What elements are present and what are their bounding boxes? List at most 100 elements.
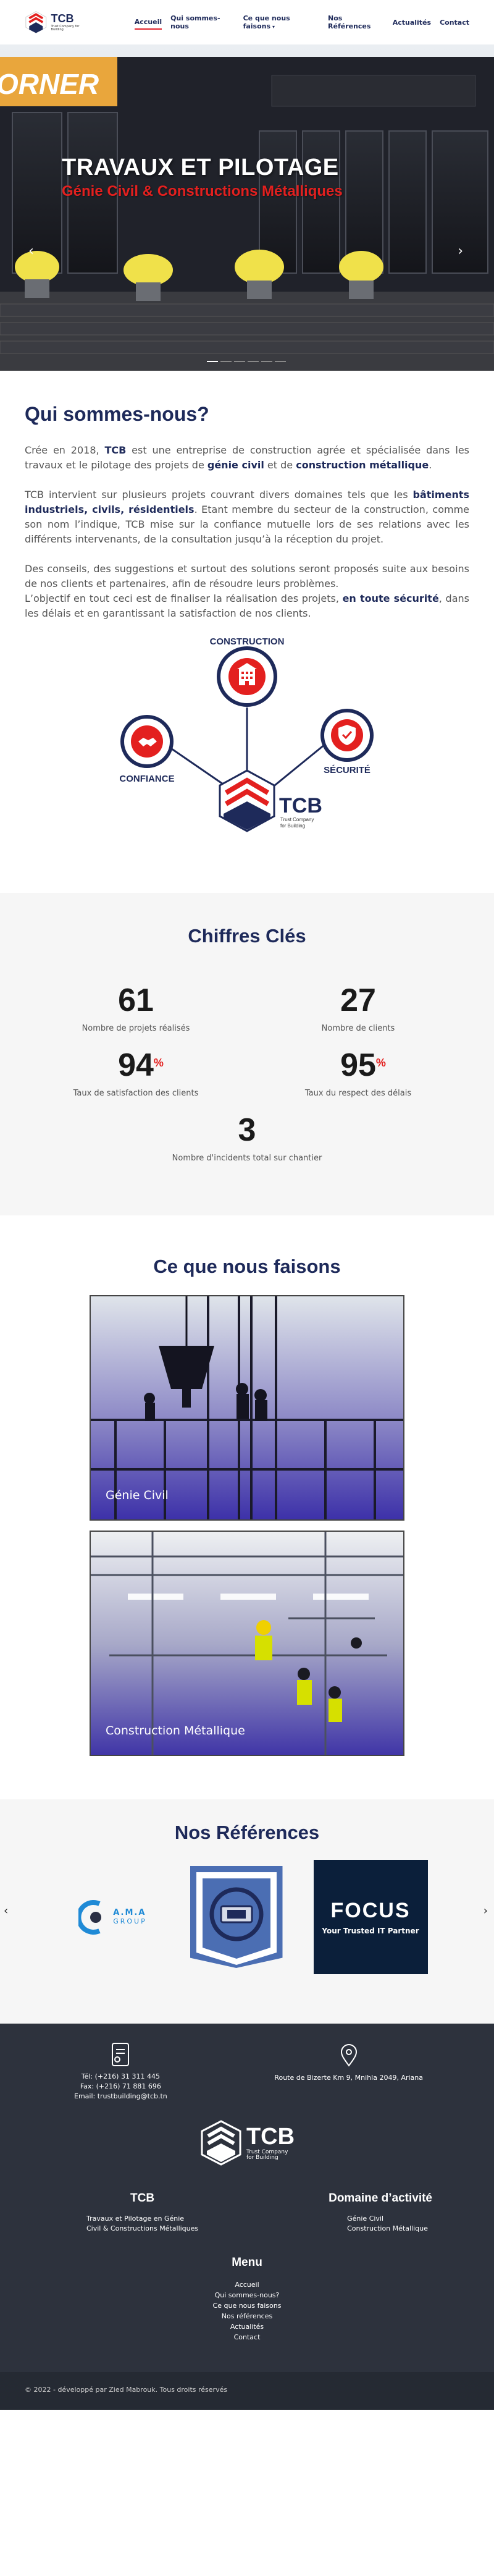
bold-text: en toute sécurité: [342, 593, 439, 604]
location-pin-icon: [340, 2044, 357, 2067]
slider-dot-1[interactable]: [207, 361, 218, 362]
footer-address-info: Route de Bizerte Km 9, Mnihla 2049, Aria…: [274, 2043, 423, 2083]
reference-logo-ama[interactable]: A.M.A GROUP: [67, 1868, 159, 1967]
stat-value: 94: [118, 1047, 154, 1083]
hero-title: TRAVAUX ET PILOTAGE: [62, 154, 339, 180]
footer-email[interactable]: Email: trustbuilding@tcb.tn: [74, 2092, 167, 2101]
values-diagram-graphic: CONSTRUCTION CONFIANCE SÉCURITÉ TCB Trus…: [119, 636, 374, 832]
text: Des conseils, des suggestions et surtout…: [25, 563, 469, 589]
nav-contact[interactable]: Contact: [440, 16, 469, 29]
key-figures-grid: 61 Nombre de projets réalisés 27 Nombre …: [25, 983, 469, 1163]
tcb-logo-icon: [25, 11, 47, 33]
nav-nos-references[interactable]: Nos Références: [328, 12, 384, 33]
reference-logo-emblem[interactable]: emblem: [190, 1866, 283, 1968]
footer-menu-item-actualites[interactable]: Actualités: [25, 2321, 469, 2332]
stat-value: 95: [340, 1047, 376, 1083]
footer-logo[interactable]: TCB Trust Company for Building: [25, 2119, 469, 2167]
focus-name: FOCUS: [330, 1899, 411, 1922]
footer-col-title: TCB: [130, 2192, 155, 2205]
about-paragraph-3: Des conseils, des suggestions et surtout…: [25, 562, 469, 621]
about-section: Qui sommes-nous? Crée en 2018, TCB est u…: [0, 371, 494, 868]
stat-deadlines: 95% Taux du respect des délais: [247, 1048, 469, 1098]
ama-sub: GROUP: [113, 1917, 147, 1925]
slider-dot-2[interactable]: [220, 361, 232, 362]
references-next-arrow-icon[interactable]: ›: [484, 1904, 488, 1917]
slider-dot-3[interactable]: [234, 361, 245, 362]
footer-menu-item-nos-references[interactable]: Nos références: [25, 2311, 469, 2321]
footer-menu-item-qui-sommes-nous[interactable]: Qui sommes-nous?: [25, 2290, 469, 2300]
copyright-text: © 2022 - développé par Zied Mabrouk. Tou…: [25, 2386, 228, 2394]
reference-logo-focus[interactable]: FOCUS Your Trusted IT Partner: [313, 1860, 428, 1974]
footer-col-title: Domaine d’activité: [329, 2192, 432, 2205]
stat-value: 3: [238, 1112, 256, 1148]
stat-suffix: %: [153, 1057, 164, 1069]
bold-text: génie civil: [207, 459, 264, 471]
stat-label: Nombre d'incidents total sur chantier: [172, 1154, 322, 1163]
footer-logo-sub-2: for Building: [246, 2155, 278, 2161]
slider-next-arrow-icon[interactable]: ›: [458, 243, 463, 259]
footer-menu-item-contact[interactable]: Contact: [25, 2332, 469, 2342]
footer-menu-item-ce-que-nous-faisons[interactable]: Ce que nous faisons: [25, 2300, 469, 2311]
diagram-label-confiance: CONFIANCE: [119, 774, 174, 784]
about-title: Qui sommes-nous?: [25, 403, 209, 425]
footer-tel[interactable]: Tél: (+216) 31 311 445: [82, 2072, 160, 2082]
slider-pagination-dots: [207, 361, 286, 362]
footer-col-item[interactable]: Génie Civil: [347, 2214, 432, 2224]
logo-wordmark: TCB Trust Company for Building: [51, 13, 91, 32]
text: TCB intervient sur plusieurs projets cou…: [25, 489, 413, 500]
bold-text: TCB: [104, 444, 127, 456]
stat-clients: 27 Nombre de clients: [247, 983, 469, 1033]
chevron-down-icon: ▾: [272, 24, 275, 30]
service-card-genie-civil[interactable]: Génie Civil: [90, 1295, 404, 1521]
footer-tcb-logo-icon: [201, 2120, 241, 2166]
stat-value: 27: [340, 982, 376, 1018]
phone-document-icon: [112, 2043, 130, 2066]
slider-prev-arrow-icon[interactable]: ‹: [28, 243, 34, 259]
hero-subtitle: Génie Civil & Constructions Métalliques: [62, 183, 343, 200]
nav-qui-sommes-nous[interactable]: Qui sommes-nous: [170, 12, 234, 33]
nav-accueil[interactable]: Accueil: [134, 15, 162, 30]
slider-dot-4[interactable]: [248, 361, 259, 362]
service-label: Construction Métallique: [106, 1724, 245, 1738]
stat-projects: 61 Nombre de projets réalisés: [25, 983, 247, 1033]
footer-fax: Fax: (+216) 71 881 696: [80, 2082, 161, 2090]
slider-dot-5[interactable]: [261, 361, 272, 362]
site-footer: Tél: (+216) 31 311 445 Fax: (+216) 71 88…: [0, 2024, 494, 2372]
about-paragraph-1: Crée en 2018, TCB est une entreprise de …: [25, 443, 469, 473]
references-prev-arrow-icon[interactable]: ‹: [4, 1904, 8, 1917]
key-figures-section: Chiffres Clés 61 Nombre de projets réali…: [0, 893, 494, 1215]
hero-sign-text: ORNER: [0, 68, 99, 100]
stat-value-wrap: 95%: [340, 1047, 386, 1083]
references-title: Nos Références: [174, 1822, 320, 1843]
diagram-label-construction: CONSTRUCTION: [210, 636, 285, 647]
nav-ce-que-nous-faisons-label: Ce que nous faisons: [243, 14, 290, 30]
text: et de: [264, 459, 296, 471]
text: L’objectif en tout ceci est de finaliser…: [25, 593, 343, 604]
footer-address: Route de Bizerte Km 9, Mnihla 2049, Aria…: [274, 2074, 423, 2082]
stat-value-wrap: 94%: [118, 1047, 164, 1083]
footer-col-tcb: TCB Travaux et Pilotage en Génie Civil &…: [86, 2192, 198, 2234]
footer-col-domaine: Domaine d’activité Génie Civil Construct…: [329, 2192, 432, 2234]
bold-text: construction métallique: [296, 459, 429, 471]
tcb-center-logo-icon: [219, 769, 275, 832]
footer-contact-info: Tél: (+216) 31 311 445 Fax: (+216) 71 88…: [74, 2042, 167, 2101]
text: Crée en 2018,: [25, 444, 105, 456]
key-figures-title: Chiffres Clés: [188, 925, 306, 947]
service-label: Génie Civil: [106, 1489, 169, 1502]
footer-columns: TCB Travaux et Pilotage en Génie Civil &…: [25, 2192, 469, 2234]
stat-label: Taux du respect des délais: [304, 1089, 412, 1098]
diagram-label-securite: SÉCURITÉ: [324, 765, 371, 775]
values-diagram: CONSTRUCTION CONFIANCE SÉCURITÉ TCB Trus…: [25, 633, 469, 856]
site-logo[interactable]: TCB Trust Company for Building: [25, 10, 91, 35]
construction-metallique-image: [91, 1532, 403, 1755]
about-paragraph-2: TCB intervient sur plusieurs projets cou…: [25, 488, 469, 547]
footer-col-item[interactable]: Construction Métallique: [347, 2224, 432, 2234]
nav-actualites[interactable]: Actualités: [393, 16, 431, 29]
service-card-construction-metallique[interactable]: Construction Métallique: [90, 1531, 404, 1756]
stat-satisfaction: 94% Taux de satisfaction des clients: [25, 1048, 247, 1098]
slider-dot-6[interactable]: [275, 361, 286, 362]
footer-menu-item-accueil[interactable]: Accueil: [25, 2279, 469, 2290]
emblem-logo-icon: [196, 1872, 277, 1965]
nav-ce-que-nous-faisons[interactable]: Ce que nous faisons ▾: [243, 12, 319, 33]
main-nav: Accueil Qui sommes-nous Ce que nous fais…: [134, 12, 469, 33]
